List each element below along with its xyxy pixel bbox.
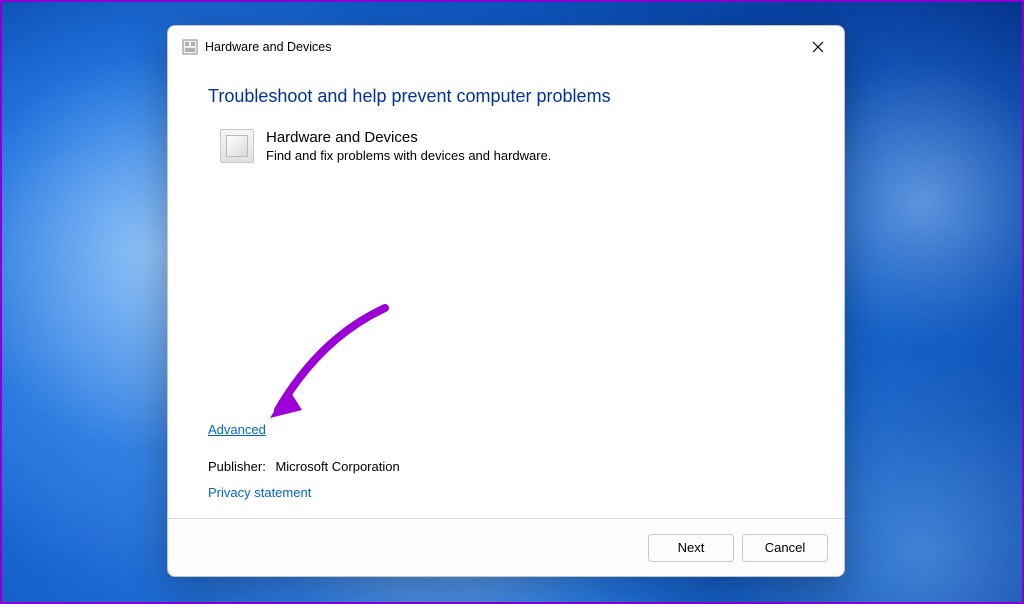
dialog-content: Troubleshoot and help prevent computer p… (168, 68, 844, 518)
close-button[interactable] (800, 32, 836, 62)
dialog-footer: Next Cancel (168, 518, 844, 576)
troubleshooter-dialog: Hardware and Devices Troubleshoot and he… (167, 25, 845, 577)
cancel-button[interactable]: Cancel (742, 534, 828, 562)
hardware-icon (220, 129, 254, 163)
titlebar: Hardware and Devices (168, 26, 844, 68)
item-description: Find and fix problems with devices and h… (266, 148, 551, 163)
close-icon (812, 41, 824, 53)
publisher-value: Microsoft Corporation (275, 459, 399, 474)
next-button[interactable]: Next (648, 534, 734, 562)
window-title: Hardware and Devices (205, 40, 331, 54)
privacy-statement-link[interactable]: Privacy statement (208, 485, 311, 500)
publisher-label: Publisher: (208, 459, 266, 474)
publisher-row: Publisher: Microsoft Corporation (208, 459, 804, 474)
advanced-link[interactable]: Advanced (208, 422, 266, 437)
page-heading: Troubleshoot and help prevent computer p… (208, 86, 804, 107)
app-icon (182, 39, 198, 55)
spacer (208, 163, 804, 421)
item-title: Hardware and Devices (266, 129, 551, 146)
item-text: Hardware and Devices Find and fix proble… (266, 129, 551, 163)
troubleshooter-item: Hardware and Devices Find and fix proble… (220, 129, 804, 163)
